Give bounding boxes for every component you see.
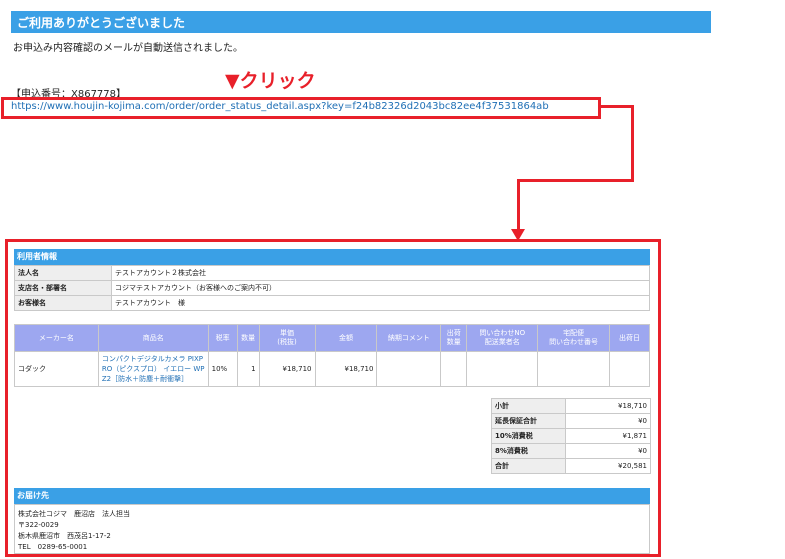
arrow-connector [517, 179, 520, 230]
product-line: RO（ピクスプロ） イエロー WP [101, 365, 205, 373]
table-row: 8%消費税 ¥0 [491, 443, 651, 459]
tax8-label: 8%消費税 [491, 443, 566, 459]
warranty-value: ¥0 [565, 413, 651, 429]
subtotal-label: 小計 [491, 398, 566, 414]
company-value: テストアカウント２株式会社 [111, 265, 650, 281]
table-row: 小計 ¥18,710 [491, 398, 651, 414]
col-amount: 金額 [314, 324, 378, 352]
shipping-line: TEL 0289-65-0001 [18, 543, 88, 551]
shipping-title: お届け先 [17, 491, 49, 500]
auto-mail-notice: お申込み内容確認のメールが自動送信されました。 [13, 43, 243, 54]
table-row: 支店名・部署名 コジマテストアカウント（お客様へのご案内不可） [14, 280, 650, 296]
product-line: コンパクトデジタルカメラ PIXP [101, 355, 204, 363]
table-row: 合計 ¥20,581 [491, 458, 651, 474]
table-row: 10%消費税 ¥1,871 [491, 428, 651, 444]
customer-value: テストアカウント 様 [111, 295, 650, 311]
tax8-value: ¥0 [565, 443, 651, 459]
table-row: 延長保証合計 ¥0 [491, 413, 651, 429]
click-annotation: ▼クリック [225, 70, 316, 92]
branch-label: 支店名・部署名 [14, 280, 112, 296]
col-unit-price: 単価 (税抜) [258, 324, 316, 352]
user-info-table: 法人名 テストアカウント２株式会社 支店名・部署名 コジマテストアカウント（お客… [14, 265, 650, 311]
col-qty: 数量 [236, 324, 260, 352]
col-tax: 税率 [207, 324, 238, 352]
shipping-line: 株式会社コジマ 鹿沼店 法人担当 [18, 510, 130, 518]
table-row: お客様名 テストアカウント 様 [14, 295, 650, 311]
qty-cell: 1 [236, 351, 260, 387]
shipping-line: 栃木県鹿沼市 西茂呂1-17-2 [18, 532, 111, 540]
total-value: ¥20,581 [565, 458, 651, 474]
product-link[interactable]: コンパクトデジタルカメラ PIXP RO（ピクスプロ） イエロー WP Z2［防… [97, 351, 209, 387]
company-label: 法人名 [14, 265, 112, 281]
col-product: 商品名 [97, 324, 209, 352]
shipping-address: 株式会社コジマ 鹿沼店 法人担当 〒322-0029 栃木県鹿沼市 西茂呂1-1… [14, 504, 650, 554]
order-status-link[interactable]: https://www.houjin-kojima.com/order/orde… [11, 101, 549, 112]
tax-cell: 10% [207, 351, 238, 387]
ship-date-cell [609, 351, 650, 387]
shipping-line: 〒322-0029 [18, 521, 59, 529]
col-ship-date: 出荷日 [609, 324, 650, 352]
col-ship-qty: 出荷 数量 [440, 324, 468, 352]
table-row: コダック コンパクトデジタルカメラ PIXP RO（ピクスプロ） イエロー WP… [14, 351, 650, 387]
ship-qty-cell [440, 351, 468, 387]
maker-cell: コダック [14, 351, 99, 387]
arrow-connector [517, 179, 634, 182]
table-header-row: メーカー名 商品名 税率 数量 単価 (税抜) 金額 納期コメント 出荷 数量 … [14, 324, 650, 352]
customer-label: お客様名 [14, 295, 112, 311]
arrow-connector [601, 105, 634, 108]
shipping-header: お届け先 [14, 488, 650, 504]
warranty-label: 延長保証合計 [491, 413, 566, 429]
col-inquiry-no: 問い合わせNO 配送業者名 [466, 324, 539, 352]
product-line: Z2［防水＋防塵＋耐衝撃］ [101, 375, 189, 383]
total-label: 合計 [491, 458, 566, 474]
arrow-connector [631, 105, 634, 182]
tracking-no-cell [537, 351, 610, 387]
col-tracking-no: 宅配便 問い合わせ番号 [537, 324, 610, 352]
user-info-header: 利用者情報 [14, 249, 650, 265]
banner-title: ご利用ありがとうございました [17, 16, 186, 30]
subtotal-value: ¥18,710 [565, 398, 651, 414]
branch-value: コジマテストアカウント（お客様へのご案内不可） [111, 280, 650, 296]
col-delivery-comment: 納期コメント [376, 324, 442, 352]
delivery-comment-cell [376, 351, 442, 387]
inquiry-no-cell [466, 351, 539, 387]
user-info-title: 利用者情報 [17, 252, 57, 261]
order-items-table: メーカー名 商品名 税率 数量 単価 (税抜) 金額 納期コメント 出荷 数量 … [14, 324, 650, 387]
table-row: 法人名 テストアカウント２株式会社 [14, 265, 650, 281]
tax10-value: ¥1,871 [565, 428, 651, 444]
summary-table: 小計 ¥18,710 延長保証合計 ¥0 10%消費税 ¥1,871 8%消費税… [491, 398, 651, 474]
unit-price-cell: ¥18,710 [258, 351, 316, 387]
thanks-banner: ご利用ありがとうございました [11, 11, 711, 33]
amount-cell: ¥18,710 [314, 351, 378, 387]
tax10-label: 10%消費税 [491, 428, 566, 444]
col-maker: メーカー名 [14, 324, 99, 352]
